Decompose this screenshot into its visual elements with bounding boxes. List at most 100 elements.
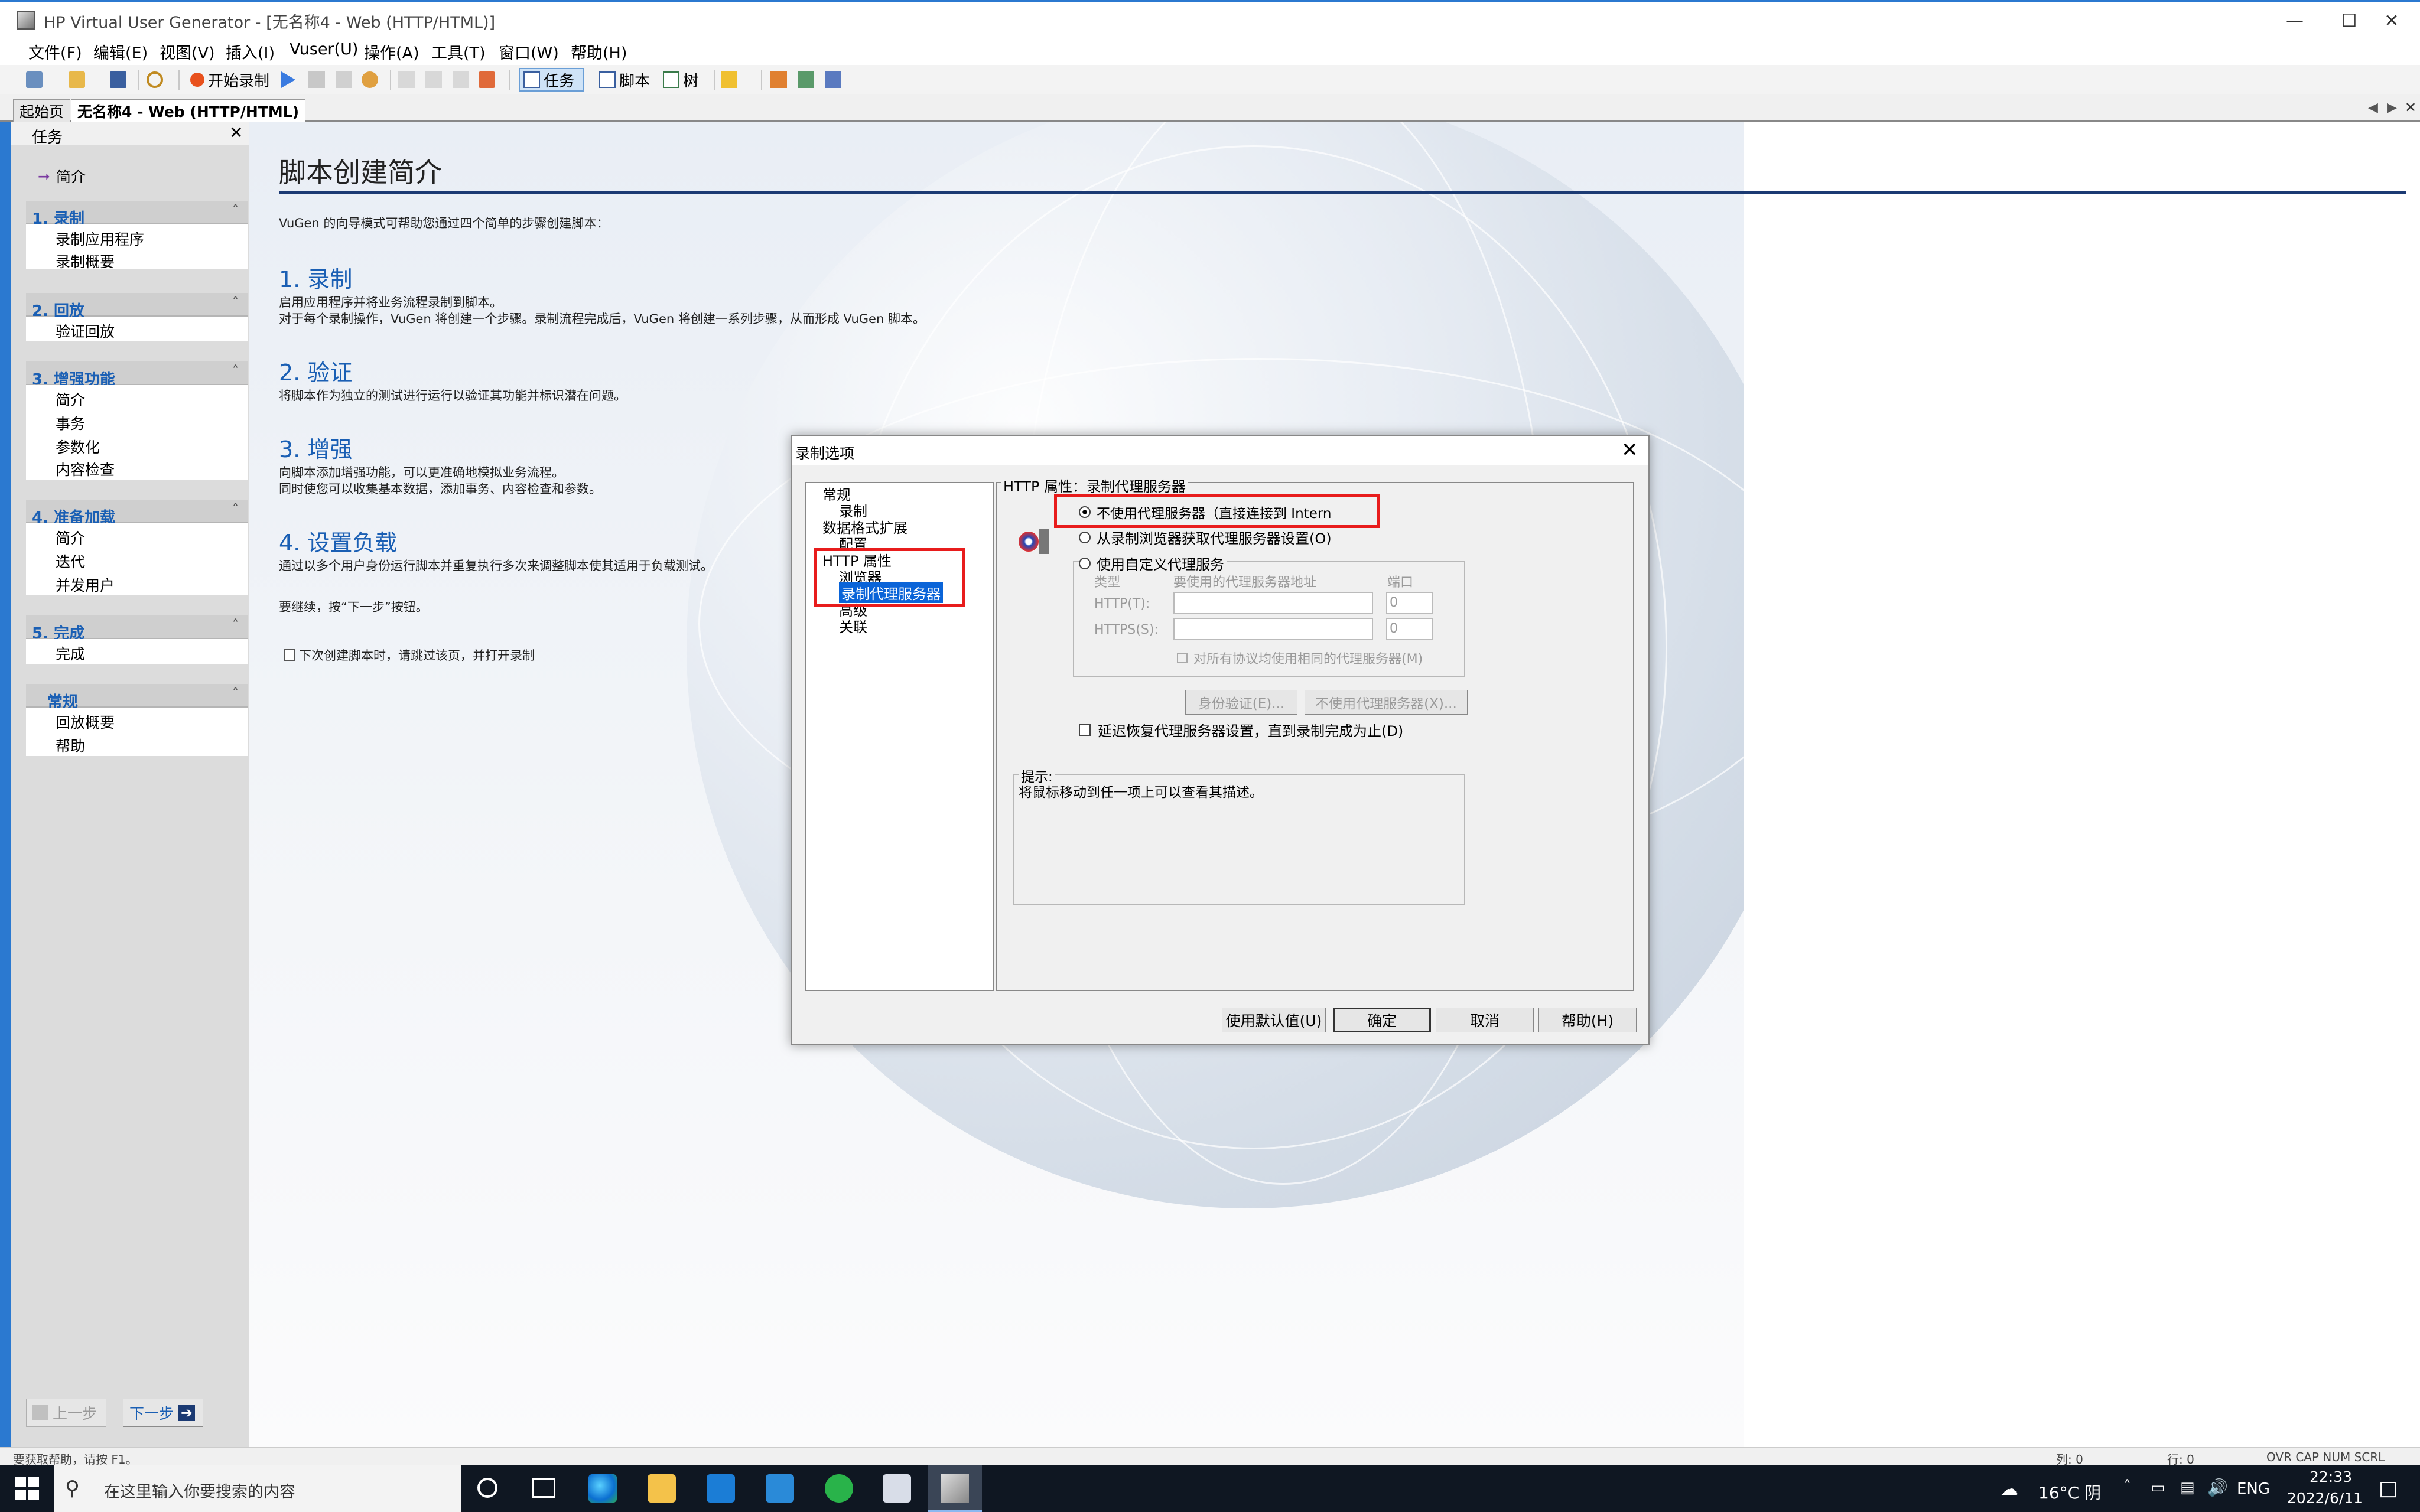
- cortana-icon[interactable]: [477, 1478, 497, 1498]
- collapse-icon[interactable]: ˄: [232, 295, 239, 310]
- http-proxy-input[interactable]: [1173, 592, 1373, 614]
- task-view-icon[interactable]: [532, 1478, 555, 1498]
- task-link[interactable]: 简介: [56, 389, 85, 410]
- output-button[interactable]: [721, 68, 741, 92]
- tab-scroll-left-icon[interactable]: ◀: [2368, 100, 2378, 115]
- task-pane-close-icon[interactable]: ✕: [229, 123, 243, 142]
- battery-icon[interactable]: ▭: [2151, 1479, 2165, 1497]
- menu-window[interactable]: 窗口(W): [499, 40, 559, 63]
- section-header[interactable]: 3. 增强功能 ˄: [26, 361, 248, 389]
- collapse-icon[interactable]: ˄: [232, 686, 239, 701]
- task-link[interactable]: 迭代: [56, 550, 85, 572]
- weather-text[interactable]: 16°C 阴: [2038, 1480, 2101, 1504]
- collapse-icon[interactable]: ˄: [232, 502, 239, 517]
- cancel-button[interactable]: 取消: [1436, 1008, 1534, 1032]
- task-link[interactable]: 简介: [56, 527, 85, 548]
- start-record-button[interactable]: 开始录制: [190, 68, 269, 92]
- section-header[interactable]: 常规 ˄: [26, 684, 248, 711]
- clock-date[interactable]: 2022/6/11: [2281, 1490, 2369, 1507]
- task-link[interactable]: 录制应用程序: [56, 228, 144, 249]
- section-header[interactable]: 5. 完成 ˄: [26, 615, 248, 643]
- notification-icon[interactable]: □: [2379, 1477, 2398, 1500]
- language-indicator[interactable]: ENG: [2237, 1480, 2270, 1498]
- menu-edit[interactable]: 编辑(E): [93, 40, 148, 63]
- task-intro-link[interactable]: ➞ 简介: [38, 165, 86, 187]
- file-explorer-icon[interactable]: [648, 1474, 676, 1503]
- stop-button[interactable]: [308, 68, 328, 92]
- tab-scroll-right-icon[interactable]: ▶: [2387, 100, 2397, 115]
- skip-page-checkbox[interactable]: 下次创建脚本时，请跳过该页，并打开录制: [284, 646, 535, 664]
- app-photo-icon[interactable]: [883, 1474, 911, 1503]
- task-link[interactable]: 完成: [56, 643, 85, 664]
- task-link[interactable]: 事务: [56, 412, 85, 434]
- runtime-settings-button[interactable]: [798, 68, 818, 92]
- vugen-taskbar-button[interactable]: [928, 1465, 982, 1512]
- menu-help[interactable]: 帮助(H): [571, 40, 627, 63]
- tab-script[interactable]: 无名称4 - Web (HTTP/HTML): [71, 99, 306, 122]
- collapse-icon[interactable]: ˄: [232, 618, 239, 633]
- find-button[interactable]: [147, 68, 167, 92]
- section-header[interactable]: 4. 准备加载 ˄: [26, 500, 248, 527]
- open-button[interactable]: [69, 68, 89, 92]
- checkbox-box[interactable]: [284, 649, 295, 661]
- snapshot-button[interactable]: [479, 68, 499, 92]
- https-port-input[interactable]: 0: [1386, 618, 1433, 640]
- task-link[interactable]: 参数化: [56, 436, 100, 457]
- minimize-button[interactable]: —: [2268, 6, 2322, 35]
- correlation-button[interactable]: [825, 68, 845, 92]
- section-header[interactable]: 2. 回放 ˄: [26, 293, 248, 320]
- tasks-button[interactable]: 任务: [519, 68, 584, 92]
- pause-button[interactable]: [336, 68, 356, 92]
- run-button[interactable]: [281, 68, 299, 92]
- task-link[interactable]: 验证回放: [56, 320, 115, 341]
- same-proxy-checkbox[interactable]: 对所有协议均使用相同的代理服务器(M): [1177, 649, 1423, 667]
- radio-unselected[interactable]: [1079, 557, 1091, 569]
- tree-node[interactable]: 关联: [839, 615, 867, 636]
- help-button[interactable]: 帮助(H): [1538, 1008, 1637, 1032]
- close-button[interactable]: ✕: [2364, 6, 2419, 35]
- prev-button[interactable]: 上一步: [26, 1399, 106, 1427]
- new-script-button[interactable]: [26, 68, 46, 92]
- edge-icon[interactable]: [588, 1474, 617, 1503]
- task-link[interactable]: 回放概要: [56, 711, 115, 732]
- step-button[interactable]: [425, 68, 445, 92]
- app-green-icon[interactable]: [825, 1474, 853, 1503]
- volume-icon[interactable]: 🔊: [2207, 1478, 2228, 1497]
- clock-time[interactable]: 22:33: [2292, 1468, 2369, 1485]
- tab-start-page[interactable]: 起始页: [13, 99, 71, 122]
- task-link[interactable]: 帮助: [56, 735, 85, 756]
- menu-insert[interactable]: 插入(I): [226, 40, 275, 63]
- section-header[interactable]: 1. 录制 ˄: [26, 201, 248, 228]
- menu-file[interactable]: 文件(F): [28, 40, 82, 63]
- checkbox-box[interactable]: [1079, 724, 1091, 736]
- menu-vuser[interactable]: Vuser(U): [290, 40, 358, 58]
- menu-view[interactable]: 视图(V): [160, 40, 215, 63]
- dialog-close-icon[interactable]: ✕: [1621, 438, 1638, 462]
- tray-chevron-icon[interactable]: ˄: [2123, 1478, 2131, 1495]
- use-defaults-button[interactable]: 使用默认值(U): [1222, 1008, 1326, 1032]
- menu-tools[interactable]: 工具(T): [431, 40, 486, 63]
- weather-icon[interactable]: ☁: [2001, 1479, 2018, 1500]
- ok-button[interactable]: 确定: [1333, 1008, 1431, 1032]
- start-button[interactable]: [15, 1477, 39, 1500]
- collapse-icon[interactable]: ˄: [232, 364, 239, 379]
- mail-icon[interactable]: [766, 1474, 794, 1503]
- collapse-icon[interactable]: ˄: [232, 203, 239, 218]
- no-proxy-for-button[interactable]: 不使用代理服务器(X)...: [1305, 690, 1468, 715]
- tab-close-icon[interactable]: ✕: [2405, 99, 2416, 116]
- network-icon[interactable]: ▤: [2180, 1479, 2195, 1497]
- checkbox-box[interactable]: [1177, 653, 1188, 663]
- https-proxy-input[interactable]: [1173, 618, 1373, 640]
- script-view-button[interactable]: 脚本: [599, 68, 650, 92]
- task-link[interactable]: 录制概要: [56, 250, 115, 272]
- compile-button[interactable]: [362, 68, 382, 92]
- http-port-input[interactable]: 0: [1386, 592, 1433, 614]
- browser-proxy-radio[interactable]: 从录制浏览器获取代理服务器设置(O): [1079, 527, 1332, 548]
- step-back-button[interactable]: [398, 68, 418, 92]
- tree-view-button[interactable]: 树: [663, 68, 698, 92]
- next-button[interactable]: 下一步 ➔: [123, 1399, 203, 1427]
- save-button[interactable]: [110, 68, 130, 92]
- menu-actions[interactable]: 操作(A): [364, 40, 419, 63]
- task-link[interactable]: 内容检查: [56, 458, 115, 480]
- recording-options-button[interactable]: [770, 68, 791, 92]
